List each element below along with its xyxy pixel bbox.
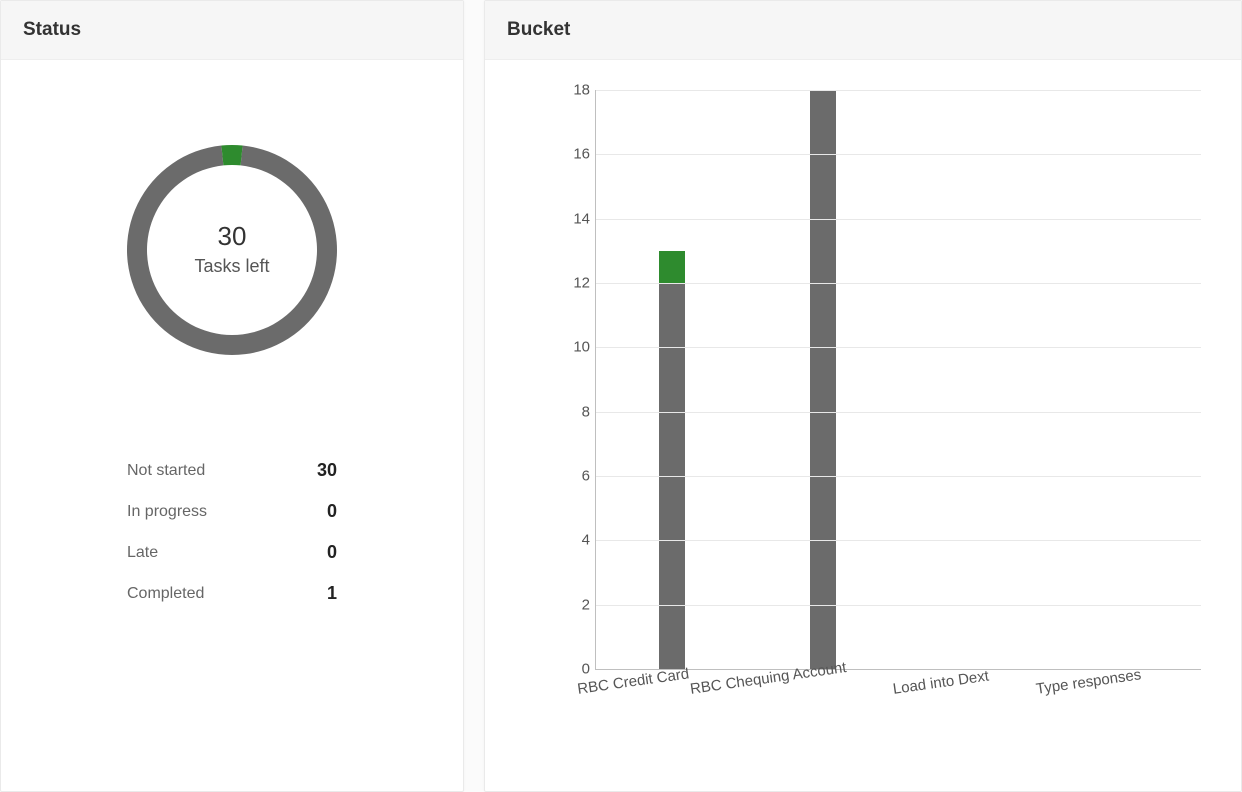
bar-stack: [961, 90, 987, 669]
bar-slot: Load into Dext: [899, 90, 1050, 669]
gridline: [596, 540, 1201, 541]
gridline: [596, 90, 1201, 91]
gridline: [596, 605, 1201, 606]
y-tick-label: 2: [556, 596, 590, 613]
x-tick-label: RBC Credit Card: [576, 665, 690, 697]
y-tick-label: 6: [556, 468, 590, 485]
bucket-plot-area: RBC Credit CardRBC Chequing AccountLoad …: [595, 90, 1201, 670]
y-tick-label: 10: [556, 339, 590, 356]
y-tick-label: 0: [556, 661, 590, 678]
bucket-bars-layer: RBC Credit CardRBC Chequing AccountLoad …: [596, 90, 1201, 669]
status-row-label: In progress: [127, 503, 207, 521]
status-body: 30 Tasks left Not started 30 In progress…: [1, 60, 463, 614]
gridline: [596, 412, 1201, 413]
status-row-value: 0: [307, 542, 337, 563]
donut-center-value: 30: [218, 221, 247, 251]
gridline: [596, 219, 1201, 220]
bar-slot: RBC Credit Card: [596, 90, 747, 669]
y-tick-label: 4: [556, 532, 590, 549]
status-row-value: 30: [307, 460, 337, 481]
status-breakdown-table: Not started 30 In progress 0 Late 0 Comp…: [127, 450, 337, 614]
status-row-label: Completed: [127, 585, 204, 603]
status-card: Status 30 Tasks left Not started 30 In p…: [0, 0, 464, 792]
bucket-bar-chart: RBC Credit CardRBC Chequing AccountLoad …: [525, 80, 1211, 740]
status-row-value: 1: [307, 583, 337, 604]
status-row-label: Late: [127, 544, 158, 562]
bar-stack: [1112, 90, 1138, 669]
bar-segment: [659, 251, 685, 283]
bar-stack: [659, 90, 685, 669]
y-tick-label: 12: [556, 275, 590, 292]
y-tick-label: 16: [556, 146, 590, 163]
status-donut-chart: 30 Tasks left: [112, 130, 352, 370]
y-tick-label: 14: [556, 210, 590, 227]
x-tick-label: Type responses: [1035, 666, 1142, 698]
bar-stack: [810, 90, 836, 669]
status-row-label: Not started: [127, 462, 205, 480]
bar-slot: Type responses: [1050, 90, 1201, 669]
bar-segment: [810, 90, 836, 669]
y-tick-label: 18: [556, 82, 590, 99]
donut-center-label: Tasks left: [194, 256, 269, 276]
x-tick-label: Load into Dext: [892, 668, 990, 698]
status-row-late: Late 0: [127, 532, 337, 573]
bucket-title: Bucket: [485, 1, 1241, 60]
bucket-card: Bucket RBC Credit CardRBC Chequing Accou…: [484, 0, 1242, 792]
gridline: [596, 476, 1201, 477]
status-row-in-progress: In progress 0: [127, 491, 337, 532]
bar-slot: RBC Chequing Account: [747, 90, 898, 669]
gridline: [596, 347, 1201, 348]
gridline: [596, 283, 1201, 284]
status-row-not-started: Not started 30: [127, 450, 337, 491]
status-title: Status: [1, 1, 463, 60]
y-tick-label: 8: [556, 403, 590, 420]
status-row-completed: Completed 1: [127, 573, 337, 614]
status-row-value: 0: [307, 501, 337, 522]
donut-slice-completed: [221, 145, 242, 165]
gridline: [596, 154, 1201, 155]
